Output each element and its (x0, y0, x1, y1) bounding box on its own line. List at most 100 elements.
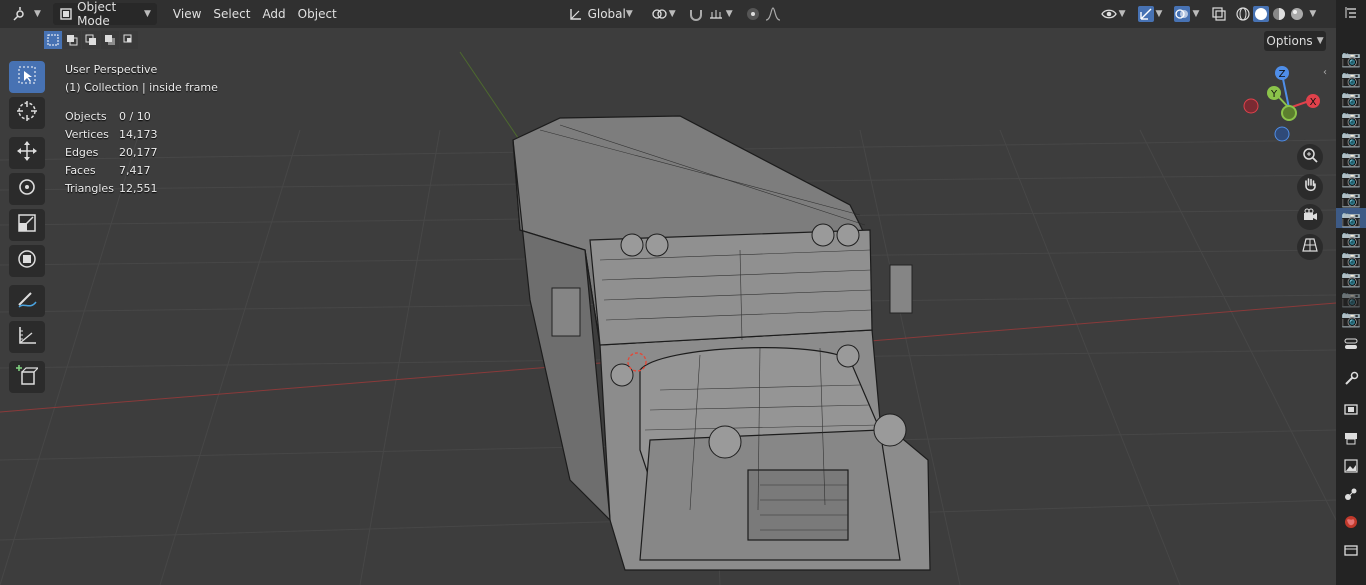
world-properties-tab[interactable] (1336, 510, 1366, 538)
snap-toggle[interactable]: ▼ (682, 3, 739, 25)
render-toggle-disabled[interactable]: 📷 (1336, 288, 1366, 308)
proportional-editing-toggle[interactable] (739, 3, 787, 25)
rendered-shading-icon[interactable] (1289, 6, 1305, 22)
select-box-tool[interactable] (9, 61, 45, 93)
camera-icon: 📷 (1341, 248, 1361, 268)
collection-properties-tab[interactable] (1336, 538, 1366, 566)
transform-icon (16, 248, 38, 274)
tool-settings-tab[interactable] (1336, 366, 1366, 396)
chevron-down-icon: ▼ (625, 9, 633, 19)
cursor-tool[interactable] (9, 97, 45, 129)
rotate-icon (16, 176, 38, 202)
render-toggle-active[interactable]: 📷 (1336, 208, 1366, 228)
measure-icon (16, 324, 38, 350)
editor-type-button[interactable]: ▼ (6, 3, 47, 25)
render-toggle[interactable]: 📷 (1336, 188, 1366, 208)
zoom-icon (1302, 147, 1318, 167)
render-toggle[interactable]: 📷 (1336, 68, 1366, 88)
output-properties-tab[interactable] (1336, 426, 1366, 454)
chevron-down-icon: ▼ (144, 9, 151, 19)
render-toggle[interactable]: 📷 (1336, 88, 1366, 108)
chevron-down-icon: ▼ (1316, 36, 1324, 46)
select-box-icon (17, 65, 37, 89)
select-subtract-button[interactable] (82, 31, 100, 49)
overlays-toggle[interactable]: ▼ (1168, 3, 1205, 25)
render-toggle[interactable]: 📷 (1336, 128, 1366, 148)
image-icon (1343, 458, 1359, 478)
camera-icon: 📷 (1341, 188, 1361, 208)
navigation-buttons (1297, 144, 1323, 264)
measure-tool[interactable] (9, 321, 45, 353)
overlays-icon (1174, 6, 1191, 22)
select-new-button[interactable] (44, 31, 62, 49)
menu-select[interactable]: Select (207, 3, 256, 25)
pivot-point-button[interactable]: ▼ (645, 3, 682, 25)
stat-vertices: Vertices 14,173 (65, 128, 158, 141)
material-shading-icon[interactable] (1271, 6, 1287, 22)
stat-faces: Faces 7,417 (65, 164, 151, 177)
transform-tool[interactable] (9, 245, 45, 277)
navigation-gizmo[interactable]: Z X Y (1238, 62, 1328, 148)
visibility-button[interactable]: ▼ (1095, 3, 1132, 25)
render-toggle[interactable]: 📷 (1336, 148, 1366, 168)
solid-shading-icon[interactable] (1253, 6, 1270, 22)
pan-hand-icon (1302, 177, 1318, 197)
add-cube-tool[interactable] (9, 361, 45, 393)
printer-icon (1343, 430, 1359, 450)
sidebar-collapse-arrow[interactable]: ‹ (1323, 67, 1327, 78)
gizmo-z-label: Z (1279, 69, 1286, 80)
annotate-tool[interactable] (9, 285, 45, 317)
render-toggle[interactable]: 📷 (1336, 268, 1366, 288)
camera-icon: 📷 (1341, 148, 1361, 168)
scene-properties-tab[interactable] (1336, 482, 1366, 510)
properties-tool-tab[interactable] (1336, 332, 1366, 360)
menu-object[interactable]: Object (292, 3, 343, 25)
bus-model (512, 115, 931, 571)
render-toggle[interactable]: 📷 (1336, 308, 1366, 328)
render-toggle[interactable]: 📷 (1336, 228, 1366, 248)
options-dropdown[interactable]: Options ▼ (1264, 31, 1326, 51)
render-icon (1343, 401, 1359, 421)
select-extend-button[interactable] (63, 31, 81, 49)
gizmo-y-label: Y (1270, 89, 1278, 100)
render-toggle[interactable]: 📷 (1336, 48, 1366, 68)
view-layer-tab[interactable] (1336, 454, 1366, 482)
select-difference-button[interactable] (101, 31, 119, 49)
camera-view-button[interactable] (1297, 204, 1323, 230)
shading-modes[interactable]: ▼ (1233, 3, 1318, 25)
select-subtract-icon (85, 31, 97, 50)
scale-tool[interactable] (9, 209, 45, 241)
transform-orientation-select[interactable]: Global ▼ (563, 3, 639, 25)
editor-type-icon (12, 6, 28, 22)
pan-button[interactable] (1297, 174, 1323, 200)
outliner-filter-button[interactable] (1336, 0, 1366, 28)
move-tool[interactable] (9, 137, 45, 169)
rotate-tool[interactable] (9, 173, 45, 205)
ortho-toggle-button[interactable] (1297, 234, 1323, 260)
xray-icon (1211, 6, 1227, 22)
stat-objects: Objects 0 / 10 (65, 110, 151, 123)
wrench-icon (1343, 371, 1359, 391)
scale-icon (16, 212, 38, 238)
gizmo-x-label: X (1310, 97, 1317, 108)
render-properties-tab[interactable] (1336, 396, 1366, 426)
camera-icon: 📷 (1341, 168, 1361, 188)
render-toggle[interactable]: 📷 (1336, 168, 1366, 188)
move-icon (16, 140, 38, 166)
select-intersect-button[interactable] (120, 31, 138, 49)
render-toggle[interactable]: 📷 (1336, 108, 1366, 128)
render-toggle[interactable]: 📷 (1336, 248, 1366, 268)
proportional-edit-icon (745, 6, 761, 22)
mode-select[interactable]: Object Mode ▼ (52, 0, 157, 28)
camera-icon: 📷 (1341, 228, 1361, 248)
zoom-button[interactable] (1297, 144, 1323, 170)
menu-view[interactable]: View (167, 3, 207, 25)
wireframe-shading-icon[interactable] (1235, 6, 1251, 22)
collection-info: (1) Collection | inside frame (65, 81, 218, 94)
box-icon (1343, 542, 1359, 562)
menu-add[interactable]: Add (256, 3, 291, 25)
gizmo-toggle[interactable]: ▼ (1132, 3, 1169, 25)
object-mode-icon (59, 6, 73, 22)
mode-select-label: Object Mode (77, 0, 117, 28)
xray-toggle[interactable] (1205, 3, 1233, 25)
